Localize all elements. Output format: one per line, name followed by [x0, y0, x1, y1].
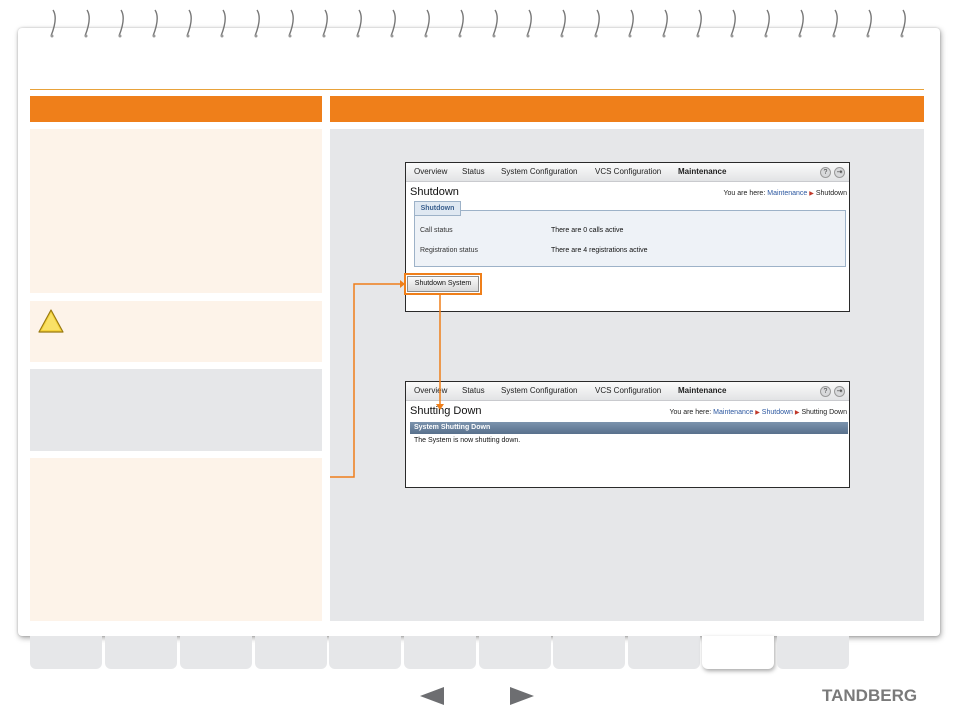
breadcrumb-prefix: You are here: — [723, 190, 766, 197]
call-status-label: Call status — [420, 227, 453, 234]
logout-icon[interactable]: ⇥ — [834, 167, 845, 178]
nav-system-configuration[interactable]: System Configuration — [501, 386, 577, 395]
top-nav: Overview Status System Configuration VCS… — [406, 382, 849, 401]
nav-maintenance[interactable]: Maintenance — [678, 386, 726, 395]
ring-icon — [286, 8, 296, 38]
right-column-header-bar — [330, 96, 924, 122]
ring-icon — [558, 8, 568, 38]
ring-icon — [422, 8, 432, 38]
tab-8[interactable] — [553, 636, 625, 669]
ring-icon — [898, 8, 908, 38]
page-title: Shutting Down — [410, 405, 482, 417]
ring-icon — [762, 8, 772, 38]
page-title: Shutdown — [410, 186, 459, 198]
breadcrumb-arrow-icon: ▶ — [755, 410, 760, 416]
ring-icon — [388, 8, 398, 38]
nav-vcs-configuration[interactable]: VCS Configuration — [595, 386, 661, 395]
tab-3[interactable] — [180, 636, 252, 669]
breadcrumb-arrow-icon: ▶ — [794, 410, 800, 416]
tab-10-active[interactable] — [702, 636, 774, 669]
tab-9[interactable] — [628, 636, 700, 669]
nav-overview[interactable]: Overview — [414, 386, 447, 395]
previous-page-arrow-icon[interactable] — [418, 686, 446, 706]
tab-shutdown[interactable]: Shutdown — [414, 201, 461, 216]
ring-icon — [184, 8, 194, 38]
ring-icon — [48, 8, 58, 38]
ring-icon — [456, 8, 466, 38]
help-icon[interactable]: ? — [820, 167, 831, 178]
nav-status[interactable]: Status — [462, 386, 485, 395]
ring-icon — [524, 8, 534, 38]
nav-vcs-configuration[interactable]: VCS Configuration — [595, 167, 661, 176]
tab-6[interactable] — [404, 636, 476, 669]
spiral-binding — [40, 8, 920, 42]
breadcrumb-shutdown[interactable]: Shutdown — [762, 409, 793, 416]
ring-icon — [592, 8, 602, 38]
tab-11[interactable] — [777, 636, 849, 669]
breadcrumb-maintenance[interactable]: Maintenance — [767, 190, 807, 197]
ring-icon — [830, 8, 840, 38]
section-header: System Shutting Down — [410, 422, 848, 434]
ring-icon — [116, 8, 126, 38]
ring-icon — [728, 8, 738, 38]
ring-icon — [218, 8, 228, 38]
tab-1[interactable] — [30, 636, 102, 669]
nav-maintenance[interactable]: Maintenance — [678, 167, 726, 176]
ring-icon — [626, 8, 636, 38]
shutting-down-window: Overview Status System Configuration VCS… — [405, 381, 850, 488]
help-icon[interactable]: ? — [820, 386, 831, 397]
header-rule — [30, 89, 924, 90]
warning-icon — [38, 308, 64, 334]
ring-icon — [694, 8, 704, 38]
ring-icon — [150, 8, 160, 38]
next-page-arrow-icon[interactable] — [508, 686, 536, 706]
shutdown-fieldset: Call status There are 0 calls active Reg… — [414, 210, 846, 267]
ring-icon — [354, 8, 364, 38]
shutdown-system-button[interactable]: Shutdown System — [407, 276, 479, 292]
breadcrumb-current: Shutting Down — [801, 409, 847, 416]
registration-status-value: There are 4 registrations active — [551, 247, 648, 254]
nav-system-configuration[interactable]: System Configuration — [501, 167, 577, 176]
registration-status-label: Registration status — [420, 247, 478, 254]
detail-panel — [30, 458, 322, 621]
ring-icon — [320, 8, 330, 38]
breadcrumb: You are here: Maintenance ▶ Shutdown — [724, 190, 848, 197]
ring-icon — [490, 8, 500, 38]
breadcrumb: You are here: Maintenance ▶ Shutdown ▶ S… — [669, 409, 847, 416]
ring-icon — [660, 8, 670, 38]
logout-icon[interactable]: ⇥ — [834, 386, 845, 397]
shutdown-message: The System is now shutting down. — [414, 437, 521, 444]
ring-icon — [252, 8, 262, 38]
ring-icon — [82, 8, 92, 38]
info-panel — [30, 129, 322, 293]
tab-2[interactable] — [105, 636, 177, 669]
tab-7[interactable] — [479, 636, 551, 669]
warning-panel — [30, 301, 322, 362]
call-status-value: There are 0 calls active — [551, 227, 624, 234]
left-column-header-bar — [30, 96, 322, 122]
top-nav: Overview Status System Configuration VCS… — [406, 163, 849, 182]
tab-5[interactable] — [329, 636, 401, 669]
ring-icon — [864, 8, 874, 38]
ring-icon — [796, 8, 806, 38]
note-panel — [30, 369, 322, 451]
breadcrumb-current: Shutdown — [815, 190, 847, 197]
breadcrumb-prefix: You are here: — [669, 409, 712, 416]
nav-overview[interactable]: Overview — [414, 167, 447, 176]
tandberg-logo: TANDBERG — [822, 686, 918, 705]
tab-4[interactable] — [255, 636, 327, 669]
breadcrumb-maintenance[interactable]: Maintenance — [713, 409, 753, 416]
breadcrumb-arrow-icon: ▶ — [809, 191, 814, 197]
nav-status[interactable]: Status — [462, 167, 485, 176]
